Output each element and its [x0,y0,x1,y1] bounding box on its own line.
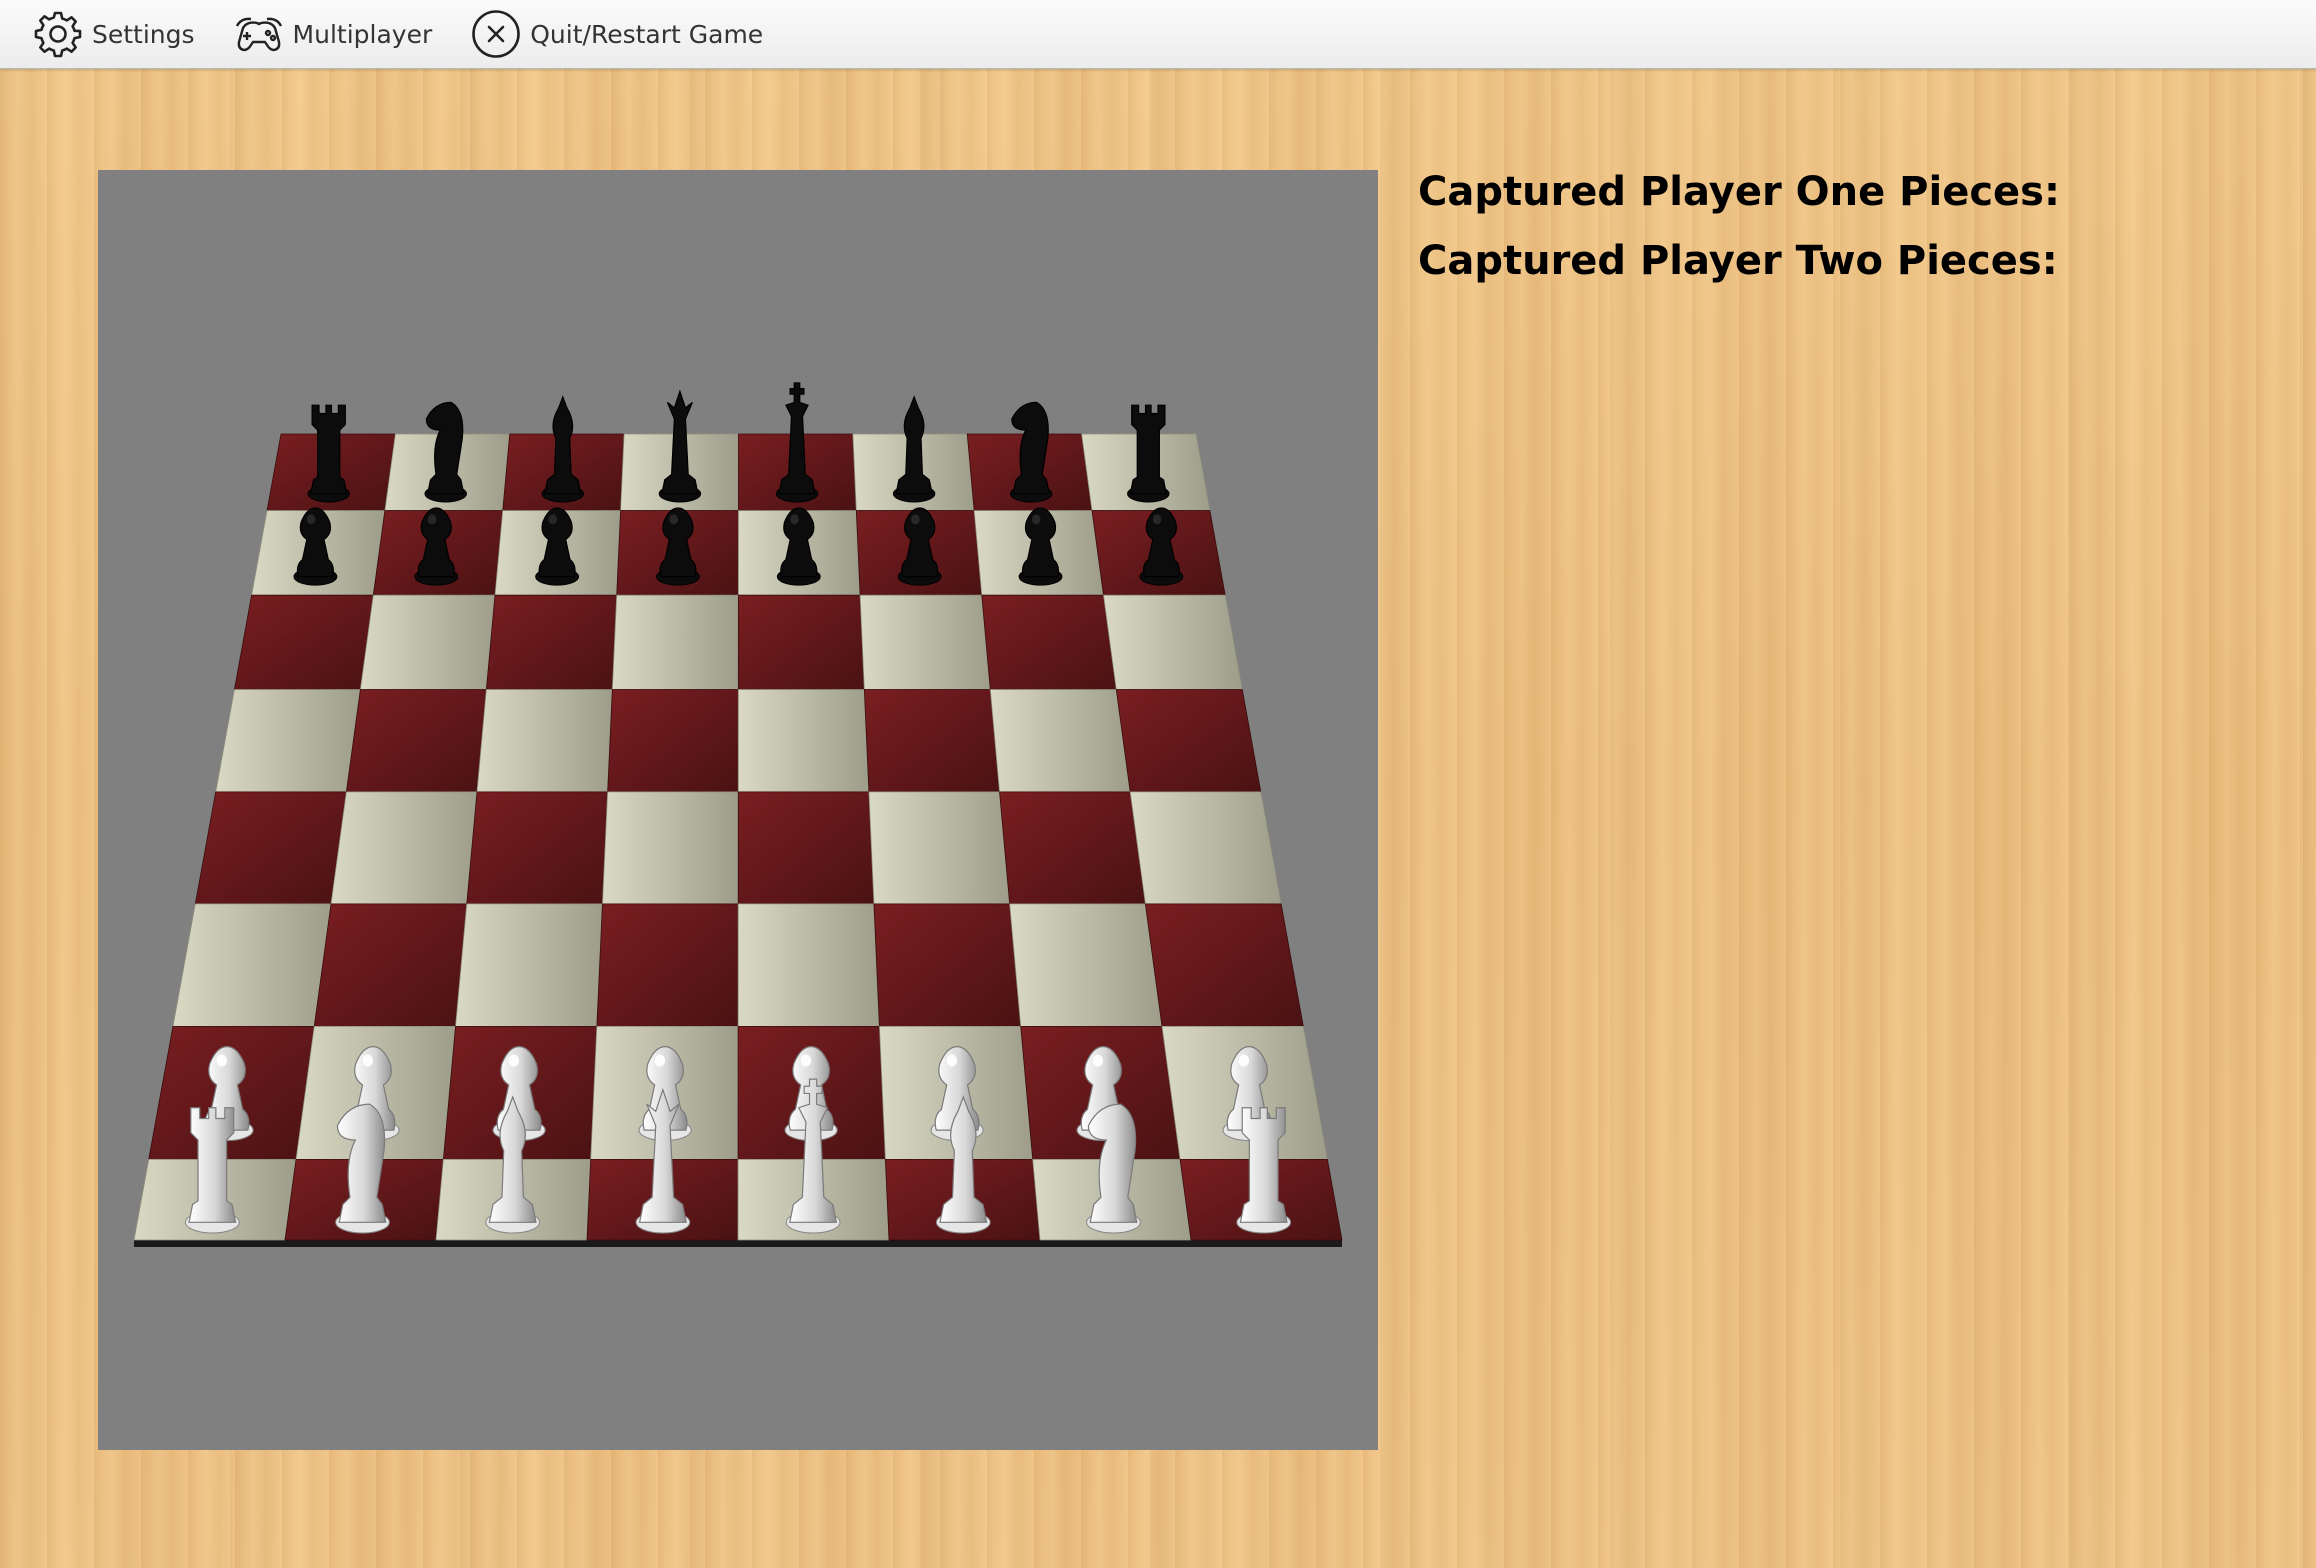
board-square[interactable] [313,903,468,1027]
gamepad-icon [233,8,285,60]
board-square[interactable] [737,594,865,690]
chess-board[interactable] [98,170,1378,1450]
board-square[interactable] [1129,791,1282,905]
board-square[interactable] [476,689,613,793]
board-square[interactable] [455,903,603,1027]
settings-button[interactable]: Settings [32,0,195,68]
board-square[interactable] [981,594,1117,690]
multiplayer-button[interactable]: Multiplayer [233,0,433,68]
menu-bar: Settings Multiplayer Quit/Restart Game [0,0,2316,69]
chess-board-viewport[interactable] [98,170,1378,1450]
board-square[interactable] [172,903,332,1027]
board-square[interactable] [1144,903,1304,1027]
gear-icon [32,8,84,60]
board-square[interactable] [345,689,487,793]
board-square[interactable] [215,689,361,793]
board-square[interactable] [737,903,880,1027]
board-square[interactable] [596,903,739,1027]
board-square[interactable] [611,594,739,690]
board-square[interactable] [330,791,478,905]
board-square[interactable] [859,594,991,690]
board-square[interactable] [194,791,347,905]
board-square[interactable] [868,791,1011,905]
board-square[interactable] [233,594,374,690]
board-square[interactable] [1103,594,1243,690]
board-square[interactable] [485,594,618,690]
board-square[interactable] [607,689,739,793]
quit-restart-label: Quit/Restart Game [530,19,764,49]
quit-restart-button[interactable]: Quit/Restart Game [470,0,763,68]
board-edge [134,1240,1342,1247]
settings-label: Settings [92,19,195,49]
board-square[interactable] [863,689,1000,793]
board-square[interactable] [359,594,496,690]
board-square[interactable] [466,791,609,905]
board-square[interactable] [989,689,1131,793]
captured-player-one-section: Captured Player One Pieces: [1418,168,2298,216]
board-square[interactable] [873,903,1022,1027]
captured-player-two-section: Captured Player Two Pieces: [1418,237,2298,285]
multiplayer-label: Multiplayer [292,19,433,49]
board-square[interactable] [737,689,870,793]
board-square[interactable] [1009,903,1163,1027]
captured-player-one-heading: Captured Player One Pieces: [1418,169,2060,215]
board-square[interactable] [602,791,739,905]
board-square[interactable] [737,791,875,905]
close-circle-icon [470,8,522,60]
board-square[interactable] [1115,689,1262,793]
captured-player-two-heading: Captured Player Two Pieces: [1418,238,2058,284]
board-square[interactable] [999,791,1146,905]
